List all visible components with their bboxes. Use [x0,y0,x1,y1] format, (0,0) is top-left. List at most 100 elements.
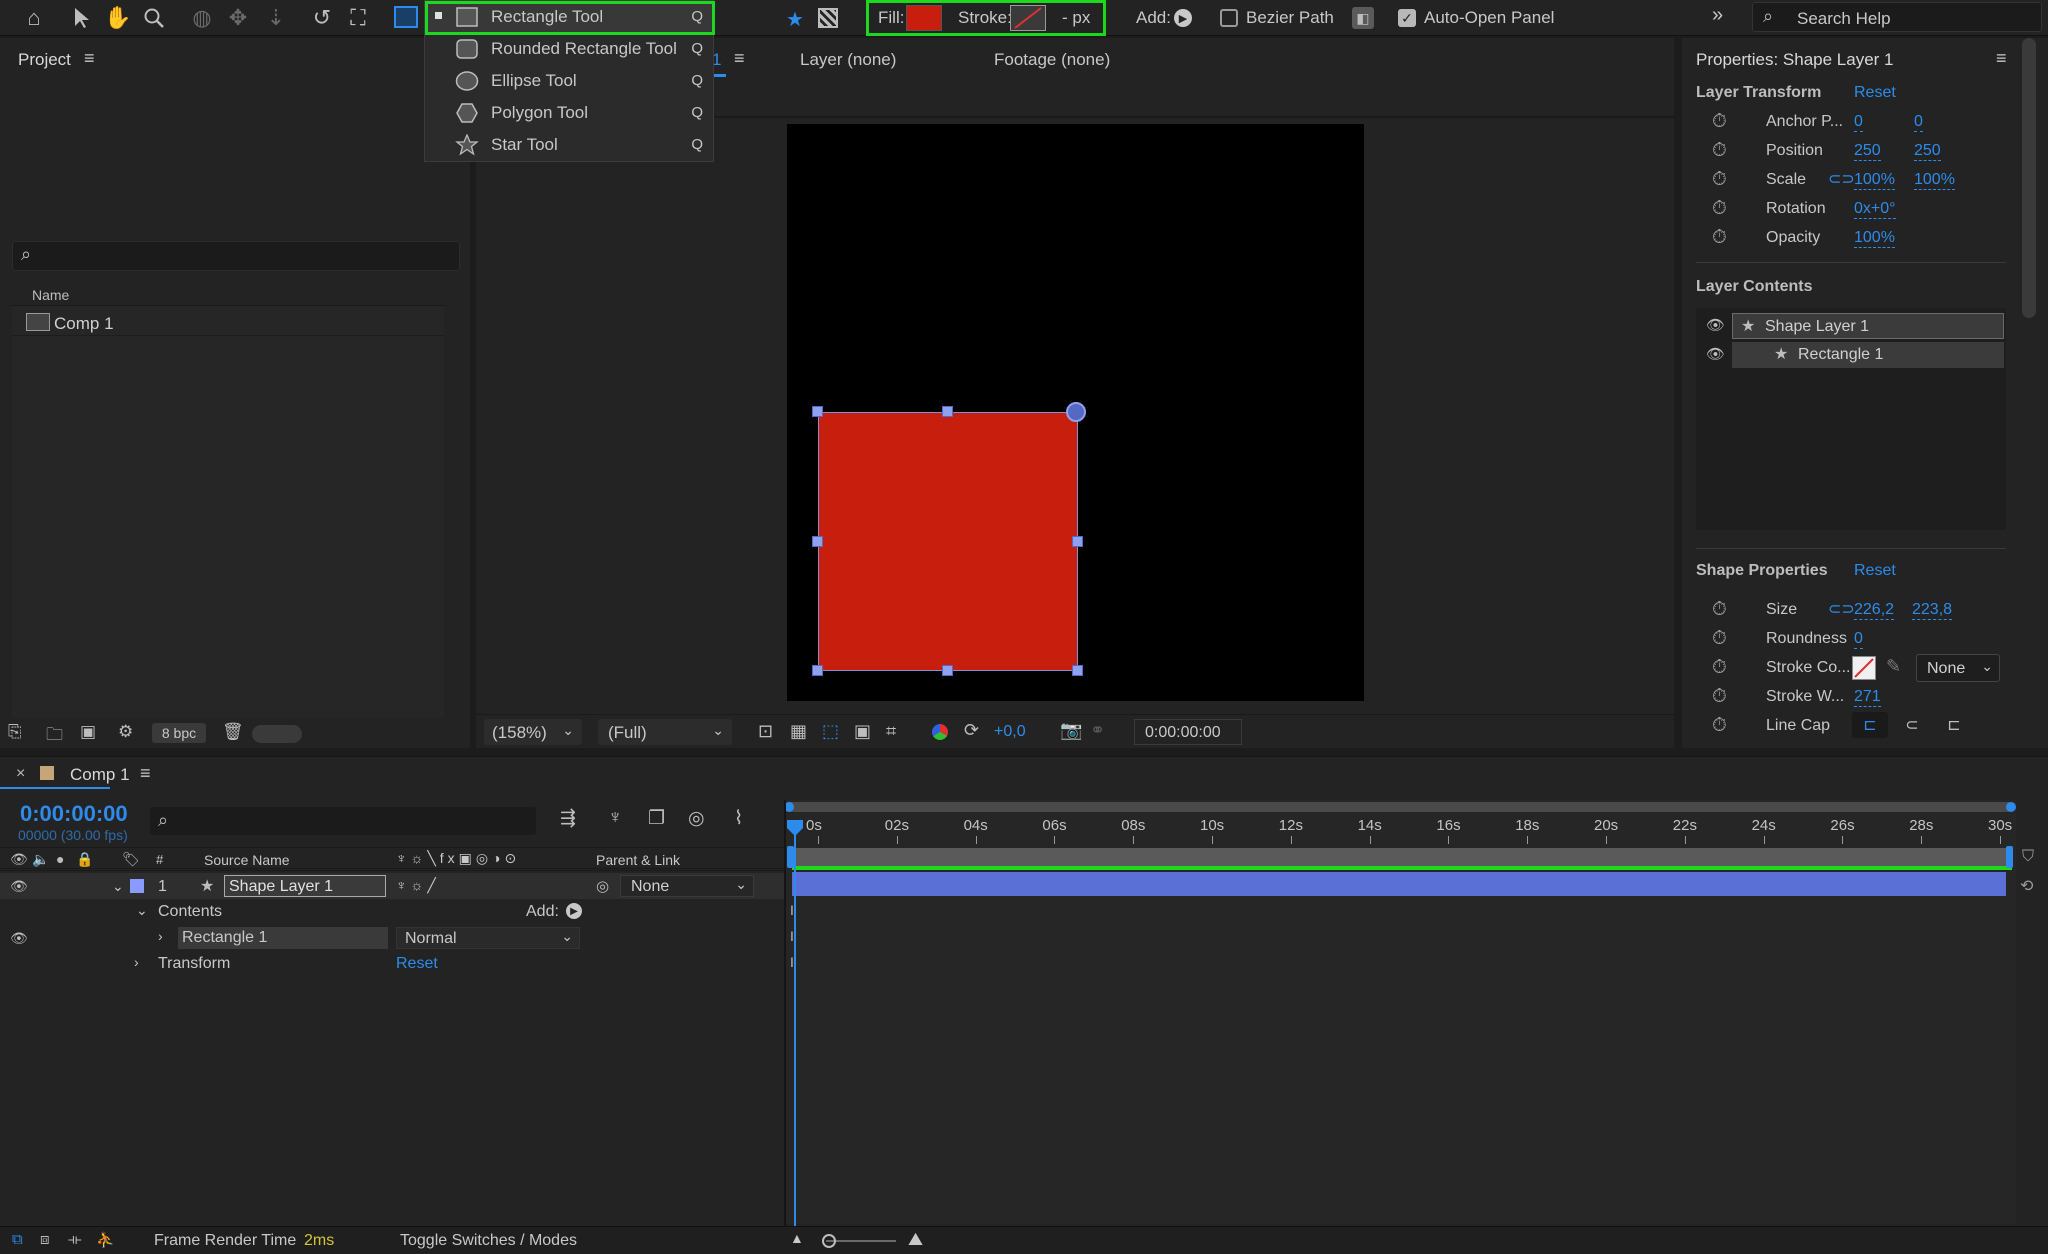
chevron-down-icon[interactable]: ⌄ [112,878,124,895]
motion-blur-icon[interactable]: ◎ [688,807,705,830]
menu-item-ellipse-tool[interactable]: Ellipse Tool Q [425,65,713,97]
home-icon[interactable]: ⌂ [20,4,48,32]
chevron-right-icon[interactable]: › [134,954,139,970]
opacity-value[interactable]: 100% [1854,229,1895,248]
orbit-camera-icon[interactable]: ◍ [188,4,216,32]
stopwatch-icon[interactable]: ⏱ [1712,227,1727,249]
rotation-value[interactable]: 0x+0° [1854,200,1896,219]
zoom-tool-icon[interactable] [140,4,168,32]
chevron-right-icon[interactable]: › [158,928,163,944]
duration-end-handle[interactable] [2006,846,2013,868]
work-area-bar[interactable] [786,802,2012,812]
properties-scrollbar[interactable] [2022,38,2036,318]
layer-contents-rectangle[interactable]: ★ Rectangle 1 [1732,342,2004,368]
constrain-link-icon[interactable]: ⊂⊃ [1828,599,1855,619]
transform-handle[interactable] [1072,665,1083,676]
size-height-value[interactable]: 223,8 [1912,601,1953,620]
menu-item-star-tool[interactable]: Star Tool Q [425,129,713,161]
fill-color-swatch[interactable] [906,5,942,31]
shape-reset-button[interactable]: Reset [1854,562,1896,580]
add-play-icon[interactable]: ▶ [1174,9,1192,27]
trash-icon[interactable]: 🗑 [222,722,244,742]
stopwatch-icon[interactable]: ⏱ [1712,715,1727,737]
layer-switches-toggle-icon[interactable]: ⧉ [12,1231,23,1248]
close-tab-icon[interactable]: × [16,765,25,783]
duration-start-handle[interactable] [787,846,794,868]
timeline-split-divider[interactable] [784,800,786,1226]
work-area-end-handle[interactable] [2006,802,2016,812]
stroke-type-select[interactable]: None ⌄ [1916,654,2000,682]
fast-previews-icon[interactable]: ⊡ [758,721,773,742]
panel-menu-icon[interactable]: ≡ [734,48,745,69]
audio-switch-icon[interactable]: 🔈 [32,851,49,868]
transform-reset-button[interactable]: Reset [1854,84,1896,102]
rotate-tool-icon[interactable]: ↺ [308,4,336,32]
graph-editor-icon[interactable]: ⌇ [734,807,743,830]
zoom-in-icon[interactable]: ⛰ [908,1229,923,1250]
project-panel-title[interactable]: Project [18,50,71,70]
project-item-row[interactable]: Comp 1 [12,310,444,336]
chevron-down-icon[interactable]: ⌄ [136,902,148,919]
butt-cap-icon[interactable]: ⊏ [1852,712,1888,738]
shape-layer-duration-bar[interactable] [792,872,2006,896]
stroke-width-value[interactable]: - px [1062,8,1090,28]
position-x-value[interactable]: 250 [1854,142,1881,161]
exposure-value[interactable]: +0,0 [994,723,1026,741]
transform-handle[interactable] [812,536,823,547]
project-scrollbar[interactable] [444,306,468,718]
lock-switch-icon[interactable]: 🔒 [76,851,93,868]
projecting-cap-icon[interactable]: ⊏ [1936,712,1972,738]
stopwatch-icon[interactable]: ⏱ [1712,111,1727,133]
bpc-button[interactable]: 8 bpc [152,723,206,743]
anchor-x-value[interactable]: 0 [1854,113,1863,132]
panel-toggle-icon[interactable]: ◧ [1352,7,1374,29]
stopwatch-icon[interactable]: ⏱ [1712,628,1727,650]
transform-handle[interactable] [942,406,953,417]
position-y-value[interactable]: 250 [1914,142,1941,161]
viewer-timecode[interactable]: 0:00:00:00 [1134,719,1242,745]
selection-tool-icon[interactable] [68,4,96,32]
stroke-label[interactable]: Stroke: [958,8,1012,28]
timeline-search-input[interactable]: ⌕ [150,807,536,835]
visibility-eye-icon[interactable]: 👁 [10,930,28,947]
transform-handle[interactable] [812,665,823,676]
render-time-icon[interactable]: ⛹ [96,1231,115,1249]
playhead-line[interactable] [794,820,796,1226]
transparency-grid-icon[interactable]: ▦ [790,721,807,742]
transform-handle[interactable] [942,665,953,676]
stroke-width-value[interactable]: 271 [1854,688,1881,707]
rectangle-name-field[interactable]: Rectangle 1 [178,927,388,949]
stroke-color-swatch[interactable] [1852,656,1876,680]
project-settings-icon[interactable]: ⚙ [118,722,133,742]
timeline-comp-tab[interactable]: Comp 1 [70,765,130,785]
visibility-eye-icon[interactable]: 👁 [1706,316,1725,334]
label-tag-icon[interactable]: 🏷 [122,851,140,868]
hand-tool-icon[interactable]: ✋ [104,4,132,32]
video-switch-icon[interactable]: 👁 [10,851,28,868]
layer-viewer-tab[interactable]: Layer (none) [800,50,896,70]
stopwatch-icon[interactable]: ⏱ [1712,198,1727,220]
anchor-y-value[interactable]: 0 [1914,113,1923,132]
zoom-select[interactable]: (158%) ⌄ [484,719,582,745]
layer-contents-shape-layer[interactable]: ★ Shape Layer 1 [1732,313,2004,339]
timeline-transform-row[interactable]: › Transform Reset [0,951,784,977]
reset-exposure-icon[interactable]: ⟳ [964,720,979,741]
panel-menu-icon[interactable]: ≡ [84,48,95,69]
layer-color-label[interactable] [130,879,144,893]
timeline-rectangle-row[interactable]: 👁 › Rectangle 1 Normal ⌄ [0,925,784,951]
zoom-slider-track[interactable] [826,1240,896,1242]
transfer-controls-icon[interactable]: ⧈ [40,1231,50,1248]
search-help-field[interactable]: ⌕ Search Help [1752,2,2042,32]
auto-open-checkbox[interactable]: ✓ [1398,9,1416,27]
pick-whip-icon[interactable]: ◎ [596,877,609,895]
mask-toggle-icon[interactable] [818,8,838,28]
frame-blending-icon[interactable]: ❐ [648,807,665,830]
snapshot-camera-icon[interactable]: 📷 [1060,720,1082,741]
stopwatch-icon[interactable]: ⏱ [1712,169,1727,191]
project-column-name[interactable]: Name [32,287,69,303]
zoom-out-icon[interactable]: ▲ [790,1230,804,1246]
layer-name-field[interactable]: Shape Layer 1 [224,875,386,897]
solo-switch-icon[interactable]: ● [56,851,64,867]
transform-handle[interactable] [1072,536,1083,547]
zoom-slider-thumb[interactable] [822,1234,836,1248]
